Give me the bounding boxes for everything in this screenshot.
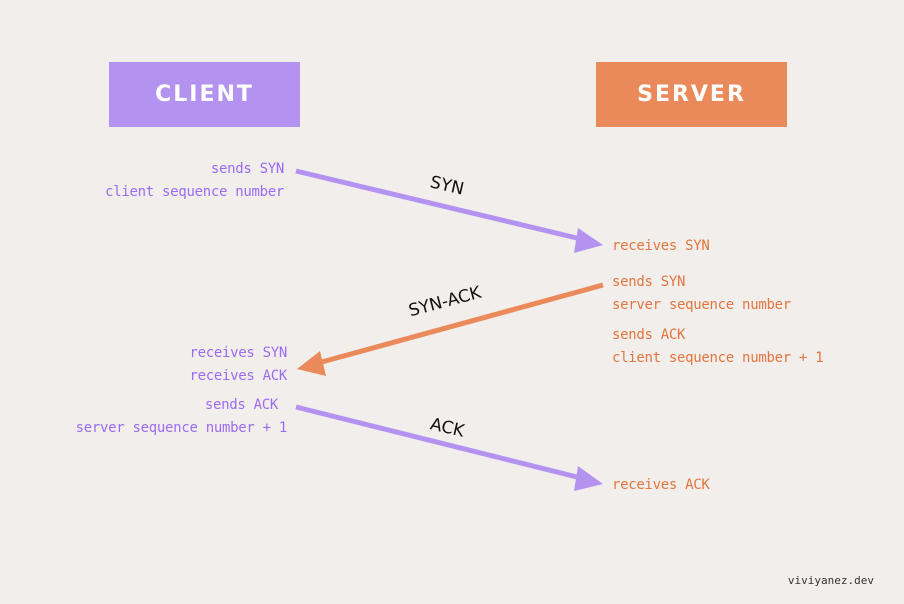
step-line: sends ACK: [612, 327, 686, 343]
step-line: sends ACK: [204, 397, 278, 413]
step-line: client sequence number + 1: [612, 350, 824, 366]
step-line: receives ACK: [612, 477, 710, 493]
client-send-ack: sends ACK server sequence number + 1: [75, 394, 288, 440]
step-line: server sequence number: [612, 297, 791, 313]
client-send-syn: sends SYN client sequence number: [105, 158, 284, 204]
server-receive-ack: receives ACK: [612, 474, 710, 497]
step-line: sends SYN: [210, 161, 284, 177]
server-receive-syn: receives SYN: [612, 235, 710, 258]
server-send-syn: sends SYN server sequence number: [612, 271, 791, 317]
server-send-ack: sends ACK client sequence number + 1: [612, 324, 824, 370]
step-line: sends SYN: [612, 274, 686, 290]
step-line: server sequence number + 1: [75, 420, 288, 436]
step-line: receives SYN: [189, 345, 287, 361]
step-line: receives ACK: [189, 368, 287, 384]
credit: viviyanez.dev: [787, 574, 874, 587]
step-line: client sequence number: [105, 184, 284, 200]
step-line: receives SYN: [612, 238, 710, 254]
client-receive: receives SYN receives ACK: [189, 342, 287, 388]
